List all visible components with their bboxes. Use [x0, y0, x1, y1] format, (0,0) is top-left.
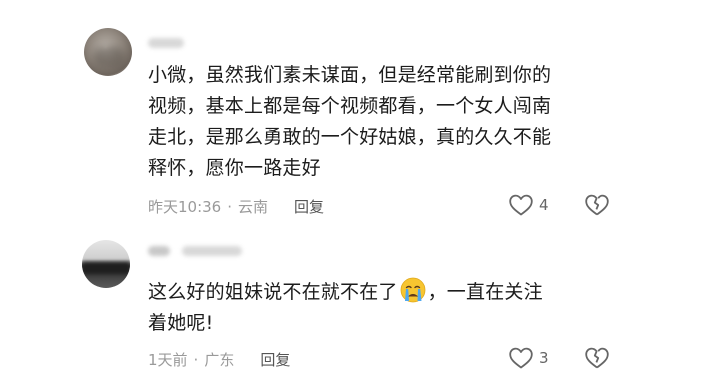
- avatar[interactable]: [82, 240, 130, 288]
- comment-text-segment: ，一直在关注: [427, 281, 543, 303]
- comment-line: 视频，基本上都是每个视频都看，一个女人闯南: [148, 95, 552, 117]
- username-blurred[interactable]: [148, 38, 184, 48]
- reply-button[interactable]: 回复: [294, 198, 324, 216]
- timestamp: 昨天10:36: [148, 198, 222, 216]
- comment-text-segment: 这么好的姐妹说不在就不在了: [148, 281, 398, 303]
- crying-face-icon: [400, 277, 426, 303]
- location: 广东: [204, 351, 235, 369]
- avatar[interactable]: [84, 28, 132, 76]
- like-count: 3: [539, 349, 549, 367]
- comment-meta: 1天前 · 广东 回复: [148, 349, 290, 370]
- separator: ·: [193, 351, 199, 369]
- comment-text: 这么好的姐妹说不在就不在了 ，一直在关注 着她呢!: [148, 277, 648, 339]
- broken-heart-icon: [585, 347, 609, 369]
- heart-icon: [509, 194, 533, 216]
- location: 云南: [238, 198, 269, 216]
- like-button[interactable]: 4: [508, 193, 549, 217]
- comment-line: 释怀，愿你一路走好: [148, 157, 321, 179]
- comment-line: 着她呢!: [148, 312, 214, 334]
- separator: ·: [227, 198, 233, 216]
- comment-line: 这么好的姐妹说不在就不在了 ，一直在关注: [148, 277, 648, 308]
- comment-text: 小微，虽然我们素未谋面，但是经常能刷到你的 视频，基本上都是每个视频都看，一个女…: [148, 60, 648, 184]
- comment-meta: 昨天10:36 · 云南 回复: [148, 196, 324, 217]
- username-blurred[interactable]: [182, 246, 242, 256]
- like-count: 4: [539, 196, 549, 214]
- dislike-button[interactable]: [584, 193, 610, 217]
- heart-icon: [509, 347, 533, 369]
- broken-heart-icon: [585, 194, 609, 216]
- dislike-button[interactable]: [584, 346, 610, 370]
- like-button[interactable]: 3: [508, 346, 549, 370]
- comment-line: 走北，是那么勇敢的一个好姑娘，真的久久不能: [148, 126, 552, 148]
- comment-line: 小微，虽然我们素未谋面，但是经常能刷到你的: [148, 64, 552, 86]
- timestamp: 1天前: [148, 351, 188, 369]
- reply-button[interactable]: 回复: [260, 351, 290, 369]
- username-blurred[interactable]: [148, 246, 170, 256]
